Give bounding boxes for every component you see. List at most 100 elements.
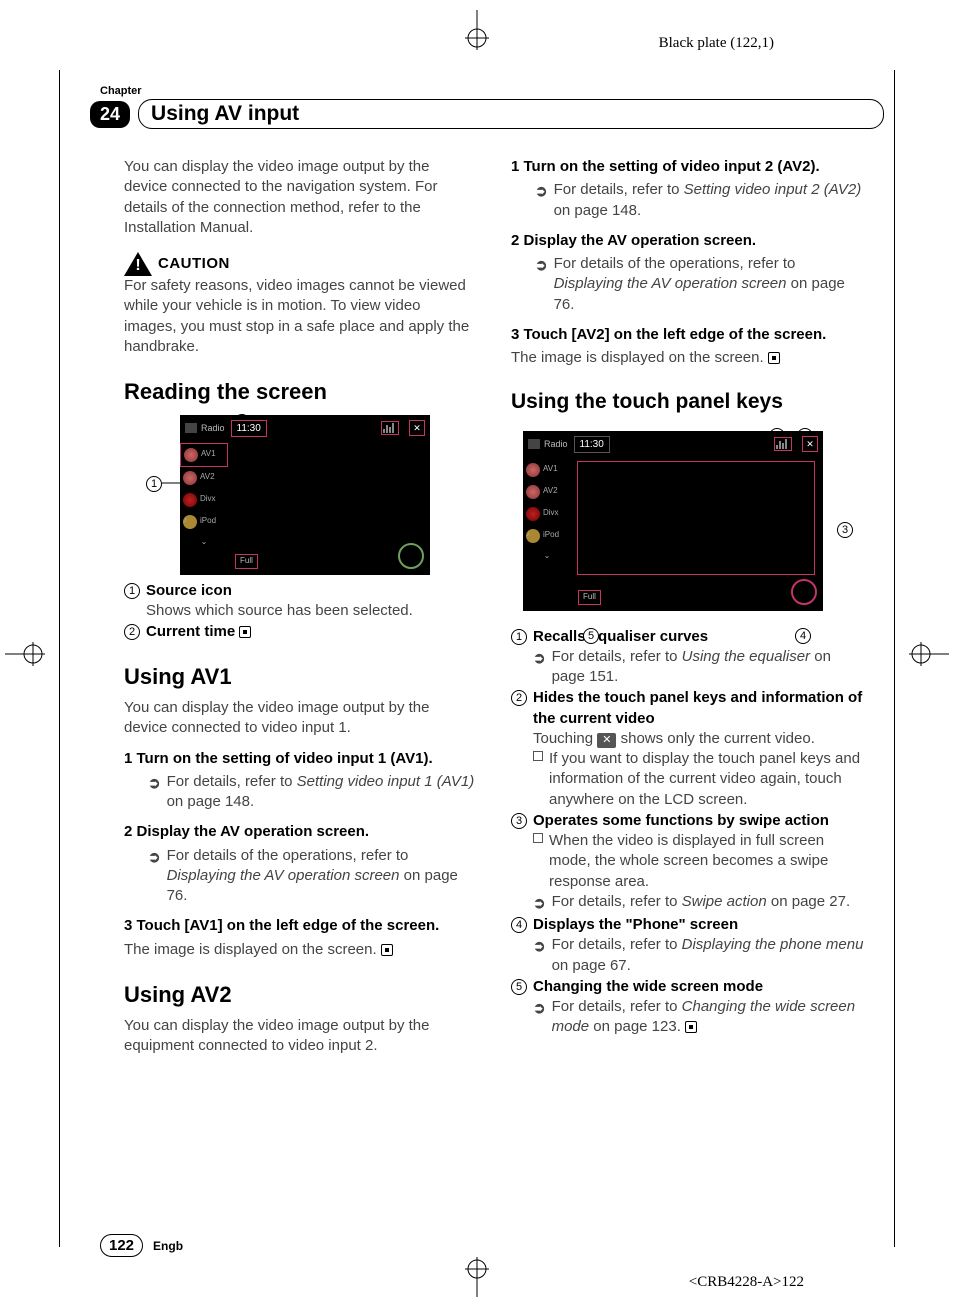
legend-1-title: Source icon [146, 582, 232, 599]
refer-arrow-icon: ➲ [535, 256, 548, 315]
x-chip-icon: ✕ [597, 733, 616, 748]
source-sidebar: AV1 AV2 Divx ♪iPod ⌄ [180, 443, 228, 575]
leg3-title: Operates some functions by swipe action [533, 812, 829, 829]
source-more: ⌄ [523, 547, 571, 566]
legend-num: 2 [511, 690, 527, 706]
intro-text: You can display the video image output b… [124, 157, 477, 238]
legend-num-1: 1 [124, 583, 140, 599]
refer-arrow-icon: ➲ [148, 774, 161, 813]
radio-indicator: Radio [528, 438, 568, 450]
source-av1: AV1 [180, 443, 228, 467]
page-header: 24 Using AV input [90, 99, 884, 129]
note-square-icon [533, 751, 543, 761]
refer-arrow-icon: ➲ [533, 937, 546, 976]
swipe-area [577, 461, 815, 575]
legend-num: 1 [511, 629, 527, 645]
av2-step2-detail: ➲For details of the operations, refer to… [511, 254, 864, 315]
source-av2: AV2 [523, 481, 571, 503]
eq-icon [774, 437, 792, 451]
av1-step3-title: 3 Touch [AV1] on the left edge of the sc… [124, 916, 477, 936]
source-divx: Divx [180, 489, 228, 511]
end-mark-icon [685, 1021, 697, 1033]
crop-mark-top [457, 10, 497, 50]
leg1-title: Recalls equaliser curves [533, 628, 708, 645]
crop-mark-bottom [457, 1257, 497, 1297]
callout-line [162, 482, 182, 484]
figure-reading-screen: Radio 11:30 ✕ AV1 AV2 Divx ♪iPod ⌄ Full [180, 415, 430, 575]
refer-arrow-icon: ➲ [535, 182, 548, 221]
source-av2: AV2 [180, 467, 228, 489]
source-sidebar: AV1 AV2 Divx ♪iPod ⌄ [523, 459, 571, 611]
document-code: <CRB4228-A>122 [689, 1274, 804, 1291]
leg2-title: Hides the touch panel keys and informati… [533, 689, 862, 726]
right-column: 1 Turn on the setting of video input 2 (… [511, 157, 864, 1059]
margin-rule-left [59, 70, 60, 1247]
legend-2-title: Current time [146, 623, 235, 640]
end-mark-icon [381, 944, 393, 956]
left-column: You can display the video image output b… [124, 157, 477, 1059]
callout-3: 3 [837, 522, 853, 538]
page-number-badge: 122 [100, 1234, 143, 1257]
av2-step3-result: The image is displayed on the screen. [511, 348, 864, 368]
warning-triangle-icon: ! [124, 252, 152, 276]
figure-touch-panel: Radio 11:30 ✕ AV1 AV2 Divx ♪iPod ⌄ Full [523, 431, 823, 611]
av1-step1-title: 1 Turn on the setting of video input 1 (… [124, 749, 477, 769]
note-square-icon [533, 833, 543, 843]
leg4-title: Displays the "Phone" screen [533, 916, 738, 933]
refer-arrow-icon: ➲ [533, 894, 546, 914]
callout-5: 5 [583, 628, 599, 644]
av1-step2-detail: ➲For details of the operations, refer to… [124, 846, 477, 907]
leg2-line1: Touching ✕ shows only the current video. [533, 729, 864, 749]
av2-intro: You can display the video image output b… [124, 1016, 477, 1057]
av2-step2-title: 2 Display the AV operation screen. [511, 231, 864, 251]
legend-num: 5 [511, 979, 527, 995]
leg5-title: Changing the wide screen mode [533, 978, 763, 995]
leg2-note: If you want to display the touch panel k… [549, 749, 864, 810]
source-more: ⌄ [180, 533, 228, 552]
caution-heading: ! CAUTION [124, 252, 477, 276]
chapter-label: Chapter [100, 85, 884, 97]
legend-1-desc: Shows which source has been selected. [146, 602, 413, 619]
eq-icon [381, 421, 399, 435]
legend-num: 3 [511, 813, 527, 829]
document-page: Black plate (122,1) Chapter 24 Using AV … [0, 0, 954, 1307]
full-button: Full [235, 554, 258, 569]
clock-display: 11:30 [574, 436, 610, 454]
av2-step1-title: 1 Turn on the setting of video input 2 (… [511, 157, 864, 177]
av1-intro: You can display the video image output b… [124, 698, 477, 739]
crop-mark-left [5, 634, 45, 674]
page-title: Using AV input [138, 99, 884, 129]
figure-1-wrap: 2 1 Radio 11:30 ✕ AV1 AV2 Divx ♪iP [124, 415, 477, 575]
page-footer: 122 Engb [100, 1234, 183, 1257]
legend-num: 4 [511, 917, 527, 933]
legend-num-2: 2 [124, 624, 140, 640]
heading-using-av1: Using AV1 [124, 662, 477, 692]
heading-touch-panel: Using the touch panel keys [511, 388, 864, 416]
full-button: Full [578, 590, 601, 605]
close-icon: ✕ [802, 436, 818, 452]
phone-icon [398, 543, 424, 569]
end-mark-icon [239, 626, 251, 638]
close-icon: ✕ [409, 420, 425, 436]
av1-step2-title: 2 Display the AV operation screen. [124, 822, 477, 842]
figure-2-wrap: 1 2 3 4 5 Radio 11:30 ✕ AV1 AV2 [511, 431, 864, 611]
callout-4: 4 [795, 628, 811, 644]
language-code: Engb [153, 1239, 183, 1253]
av2-step3-title: 3 Touch [AV2] on the left edge of the sc… [511, 325, 864, 345]
heading-reading-screen: Reading the screen [124, 377, 477, 407]
av1-step3-result: The image is displayed on the screen. [124, 940, 477, 960]
av1-step1-detail: ➲For details, refer to Setting video inp… [124, 772, 477, 813]
radio-indicator: Radio [185, 422, 225, 434]
source-av1: AV1 [523, 459, 571, 481]
clock-display: 11:30 [231, 420, 267, 438]
phone-icon [791, 579, 817, 605]
figure1-legend: 1 Source icon Shows which source has bee… [124, 581, 477, 643]
heading-using-av2: Using AV2 [124, 980, 477, 1010]
caution-label: CAUTION [158, 254, 230, 274]
refer-arrow-icon: ➲ [533, 999, 546, 1038]
black-plate-label: Black plate (122,1) [659, 35, 774, 52]
callout-1: 1 [146, 476, 162, 492]
crop-mark-right [909, 634, 949, 674]
content-columns: You can display the video image output b… [124, 157, 864, 1059]
figure2-legend: 1 Recalls equaliser curves ➲For details,… [511, 627, 864, 1038]
